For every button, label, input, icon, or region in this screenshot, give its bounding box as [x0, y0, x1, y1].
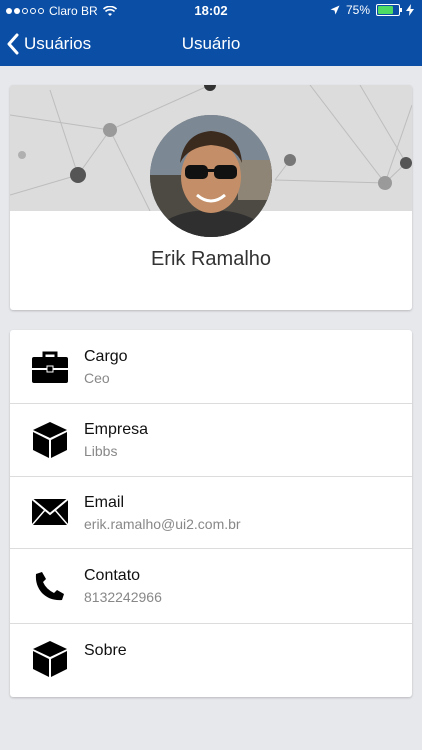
email-label: Email — [84, 494, 125, 511]
charging-icon — [406, 4, 414, 16]
envelope-icon — [32, 494, 68, 530]
box-icon — [32, 422, 68, 458]
status-bar: Claro BR 18:02 75% — [0, 0, 422, 22]
phone-icon — [32, 568, 68, 604]
list-item-empresa[interactable]: Empresa Libbs — [10, 404, 412, 477]
list-item-cargo[interactable]: Cargo Ceo — [10, 330, 412, 404]
briefcase-icon — [32, 349, 68, 385]
profile-card: Erik Ramalho — [10, 85, 412, 310]
info-card: Cargo Ceo Empresa Libbs Email erik.ramal… — [10, 330, 412, 697]
battery-icon — [376, 4, 402, 16]
email-value: erik.ramalho@ui2.com.br — [84, 516, 241, 532]
navigation-bar: Usuários Usuário — [0, 22, 422, 66]
page-title: Usuário — [181, 34, 241, 53]
sobre-label: Sobre — [84, 642, 127, 659]
list-item-email[interactable]: Email erik.ramalho@ui2.com.br — [10, 477, 412, 549]
battery-percent: 75% — [345, 3, 370, 17]
location-arrow-icon — [330, 5, 340, 15]
list-item-sobre[interactable]: Sobre — [10, 624, 412, 697]
empresa-value: Libbs — [84, 443, 118, 459]
user-name: Erik Ramalho — [150, 248, 272, 270]
empresa-label: Empresa — [84, 421, 149, 438]
avatar[interactable] — [150, 115, 272, 237]
cargo-label: Cargo — [84, 348, 128, 365]
box-icon — [32, 641, 68, 677]
contato-value: 8132242966 — [84, 589, 162, 605]
status-right: 75% — [330, 3, 414, 17]
contato-label: Contato — [84, 567, 141, 584]
list-item-contato[interactable]: Contato 8132242966 — [10, 549, 412, 624]
cargo-value: Ceo — [84, 370, 110, 386]
